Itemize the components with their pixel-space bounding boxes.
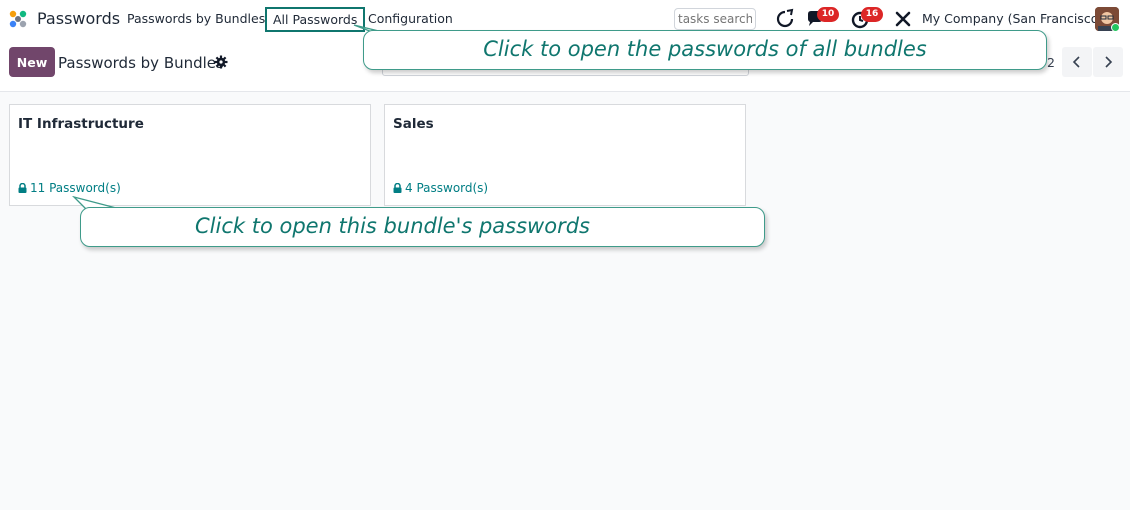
company-switcher[interactable]: My Company (San Francisco): [922, 11, 1103, 26]
pager-next-button[interactable]: [1093, 47, 1123, 77]
lock-icon: [393, 183, 402, 193]
app-logo-icon[interactable]: [7, 8, 29, 30]
app-name[interactable]: Passwords: [37, 9, 120, 28]
page-title: Passwords by Bundles: [58, 54, 224, 72]
gear-icon[interactable]: [214, 55, 228, 69]
chevron-left-icon: [1072, 56, 1080, 68]
bundle-passwords-link[interactable]: 4 Password(s): [393, 181, 488, 195]
bundle-passwords-count: 11 Password(s): [30, 181, 121, 195]
tour-tooltip-all-passwords: Click to open the passwords of all bundl…: [363, 30, 1047, 70]
pager-previous-button[interactable]: [1062, 47, 1092, 77]
lock-icon: [18, 183, 27, 193]
tasks-search-input[interactable]: [674, 8, 756, 30]
bundle-card[interactable]: IT Infrastructure 11 Password(s): [9, 104, 371, 206]
bundle-title: Sales: [393, 116, 434, 132]
online-status-dot: [1111, 23, 1120, 32]
activities-badge: 16: [861, 7, 883, 22]
bundle-passwords-count: 4 Password(s): [405, 181, 489, 195]
new-button[interactable]: New: [9, 47, 55, 77]
tools-icon[interactable]: [892, 8, 914, 30]
chevron-right-icon: [1105, 56, 1113, 68]
bundle-card[interactable]: Sales 4 Password(s): [384, 104, 746, 206]
messages-badge: 10: [817, 7, 839, 22]
refresh-icon[interactable]: [774, 8, 796, 30]
menu-passwords-by-bundles[interactable]: Passwords by Bundles: [127, 11, 265, 26]
bundle-passwords-link[interactable]: 11 Password(s): [18, 181, 121, 195]
tour-tooltip-bundle-passwords: Click to open this bundle's passwords: [80, 207, 765, 247]
pager-value[interactable]: 2: [1047, 55, 1055, 70]
bundle-title: IT Infrastructure: [18, 116, 144, 132]
